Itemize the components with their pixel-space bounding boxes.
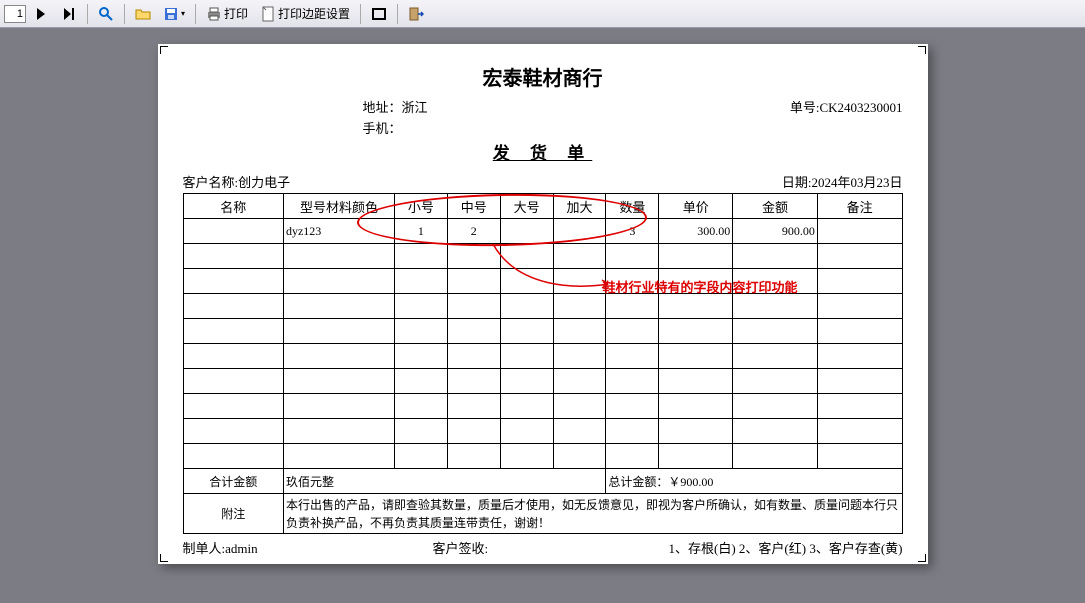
grand-total: 总计金额：￥900.00	[606, 469, 902, 494]
total-row: 合计金额 玖佰元整 总计金额：￥900.00	[183, 469, 902, 494]
col-medium: 中号	[447, 194, 500, 219]
doc-type-title: 发 货 单	[183, 139, 903, 164]
table-row	[183, 294, 902, 319]
preview-canvas: 宏泰鞋材商行 地址：浙江 单号:CK2403230001 手机： 发 货 单 客…	[0, 28, 1085, 603]
exit-door-icon	[408, 6, 424, 22]
col-xl: 加大	[553, 194, 606, 219]
open-button[interactable]	[130, 3, 156, 25]
table-row	[183, 419, 902, 444]
table-row: dyz123 1 2 3 300.00 900.00	[183, 219, 902, 244]
exit-button[interactable]	[403, 3, 429, 25]
footer-row: 制单人:admin 客户签收: 1、存根(白) 2、客户(红) 3、客户存查(黄…	[183, 538, 903, 557]
window-icon	[371, 6, 387, 22]
company-title: 宏泰鞋材商行	[183, 62, 903, 91]
table-row	[183, 444, 902, 469]
table-row	[183, 344, 902, 369]
page-number-input[interactable]	[4, 5, 26, 23]
col-remark: 备注	[817, 194, 902, 219]
floppy-disk-icon	[163, 6, 179, 22]
customer-sign: 客户签收:	[433, 538, 613, 557]
save-button[interactable]: ▾	[158, 3, 190, 25]
print-margin-button[interactable]: 打印边距设置	[255, 2, 355, 25]
col-amount: 金额	[733, 194, 818, 219]
order-number: 单号:CK2403230001	[790, 97, 903, 116]
maker: 制单人:admin	[183, 538, 433, 557]
col-qty: 数量	[606, 194, 659, 219]
print-label: 打印	[224, 5, 248, 22]
magnifier-icon	[98, 6, 114, 22]
next-page-button[interactable]	[28, 3, 54, 25]
print-button[interactable]: 打印	[201, 2, 253, 25]
zoom-button[interactable]	[93, 3, 119, 25]
margin-label: 打印边距设置	[278, 5, 350, 22]
header-row: 名称 型号材料颜色 小号 中号 大号 加大 数量 单价 金额 备注	[183, 194, 902, 219]
page-margin-icon	[260, 6, 276, 22]
dropdown-arrow-icon: ▾	[181, 9, 185, 18]
print-preview-toolbar: ▾ 打印 打印边距设置	[0, 0, 1085, 28]
col-small: 小号	[394, 194, 447, 219]
col-price: 单价	[659, 194, 733, 219]
col-large: 大号	[500, 194, 553, 219]
next-end-icon	[61, 6, 77, 22]
col-model: 型号材料颜色	[283, 194, 394, 219]
phone-line: 手机：	[363, 118, 402, 137]
table-row	[183, 244, 902, 269]
table-row	[183, 319, 902, 344]
note-text: 本行出售的产品，请即查验其数量，质量后才使用，如无反馈意见，即视为客户所确认，如…	[283, 494, 902, 534]
total-chinese: 玖佰元整	[283, 469, 605, 494]
customer-name: 客户名称:创力电子	[183, 172, 291, 191]
table-row	[183, 394, 902, 419]
doc-date: 日期:2024年03月23日	[782, 172, 903, 191]
note-row: 附注 本行出售的产品，请即查验其数量，质量后才使用，如无反馈意见，即视为客户所确…	[183, 494, 902, 534]
printer-icon	[206, 6, 222, 22]
items-table: 名称 型号材料颜色 小号 中号 大号 加大 数量 单价 金额 备注 dyz123…	[183, 193, 903, 534]
play-icon	[33, 6, 49, 22]
window-mode-button[interactable]	[366, 3, 392, 25]
address-line: 地址：浙江	[363, 97, 428, 116]
total-label: 合计金额	[183, 469, 283, 494]
last-page-button[interactable]	[56, 3, 82, 25]
document-page: 宏泰鞋材商行 地址：浙江 单号:CK2403230001 手机： 发 货 单 客…	[158, 44, 928, 564]
note-label: 附注	[183, 494, 283, 534]
folder-open-icon	[135, 6, 151, 22]
table-row	[183, 269, 902, 294]
col-name: 名称	[183, 194, 283, 219]
table-row	[183, 369, 902, 394]
copies-legend: 1、存根(白) 2、客户(红) 3、客户存查(黄)	[613, 538, 903, 557]
